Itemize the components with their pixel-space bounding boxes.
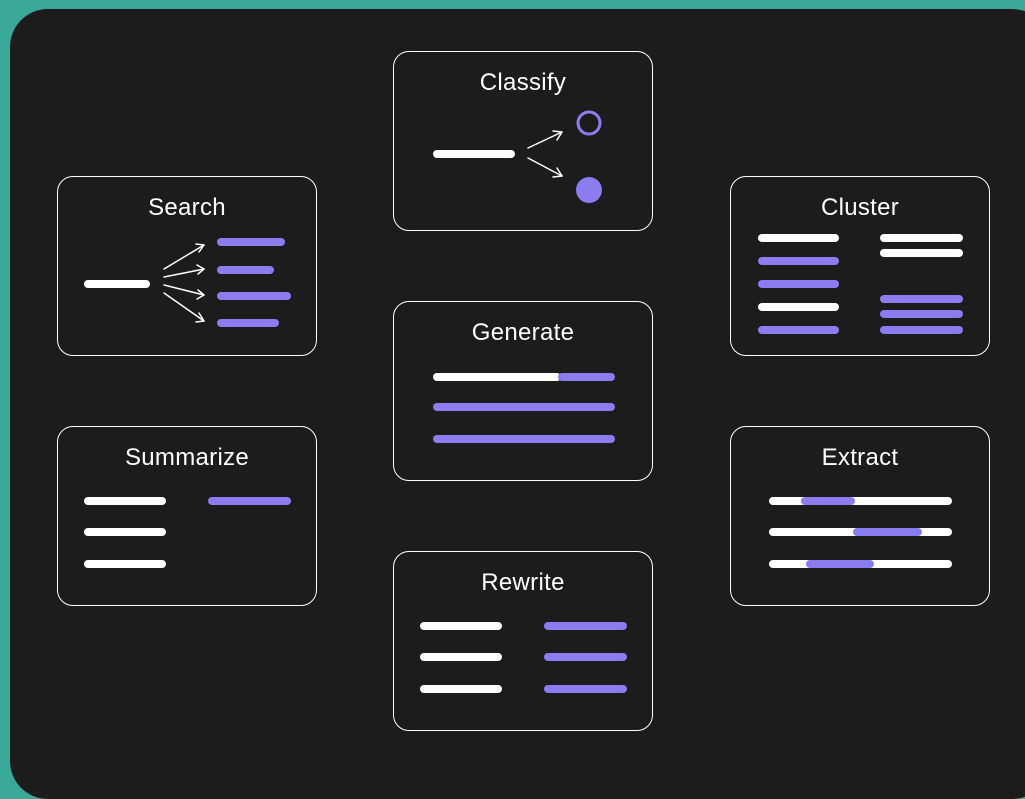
cluster-line	[758, 234, 839, 242]
card-title-cluster: Cluster	[820, 194, 900, 221]
card-extract: Extract	[730, 426, 990, 606]
cluster-line	[880, 249, 963, 257]
card-title-summarize: Summarize	[124, 444, 250, 471]
card-classify: Classify	[393, 51, 653, 231]
original-line	[420, 653, 502, 661]
source-line	[84, 560, 166, 568]
result-line	[217, 319, 279, 327]
fan-arrows-icon	[163, 243, 205, 323]
card-cluster: Cluster	[730, 176, 990, 356]
cluster-line	[758, 280, 839, 288]
generated-line	[558, 373, 615, 381]
rewritten-line	[544, 653, 627, 661]
cluster-line	[880, 326, 963, 334]
extracted-span	[806, 560, 874, 568]
extracted-span	[853, 528, 922, 536]
outline-circle-icon	[576, 110, 602, 136]
card-title-search: Search	[148, 194, 226, 221]
original-line	[420, 622, 502, 630]
original-line	[420, 685, 502, 693]
text-line	[769, 497, 952, 505]
result-line	[217, 266, 274, 274]
generated-line	[433, 403, 615, 411]
extracted-span	[801, 497, 855, 505]
rewritten-line	[544, 685, 627, 693]
source-line	[84, 497, 166, 505]
card-summarize: Summarize	[57, 426, 317, 606]
card-title-generate: Generate	[471, 319, 575, 346]
query-line	[84, 280, 150, 288]
card-title-classify: Classify	[479, 69, 567, 96]
card-generate: Generate	[393, 301, 653, 481]
source-line	[84, 528, 166, 536]
generated-line	[433, 435, 615, 443]
summary-line	[208, 497, 291, 505]
card-rewrite: Rewrite	[393, 551, 653, 731]
input-line	[433, 150, 515, 158]
result-line	[217, 238, 285, 246]
card-search: Search	[57, 176, 317, 356]
branch-arrows-icon	[527, 130, 563, 178]
prompt-line	[433, 373, 561, 381]
result-line	[217, 292, 291, 300]
cluster-line	[758, 326, 839, 334]
cluster-line	[880, 234, 963, 242]
filled-circle-icon	[576, 177, 602, 203]
card-title-rewrite: Rewrite	[481, 569, 565, 596]
rewritten-line	[544, 622, 627, 630]
cluster-line	[758, 303, 839, 311]
card-title-extract: Extract	[821, 444, 899, 471]
cluster-line	[880, 310, 963, 318]
cluster-line	[880, 295, 963, 303]
cluster-line	[758, 257, 839, 265]
